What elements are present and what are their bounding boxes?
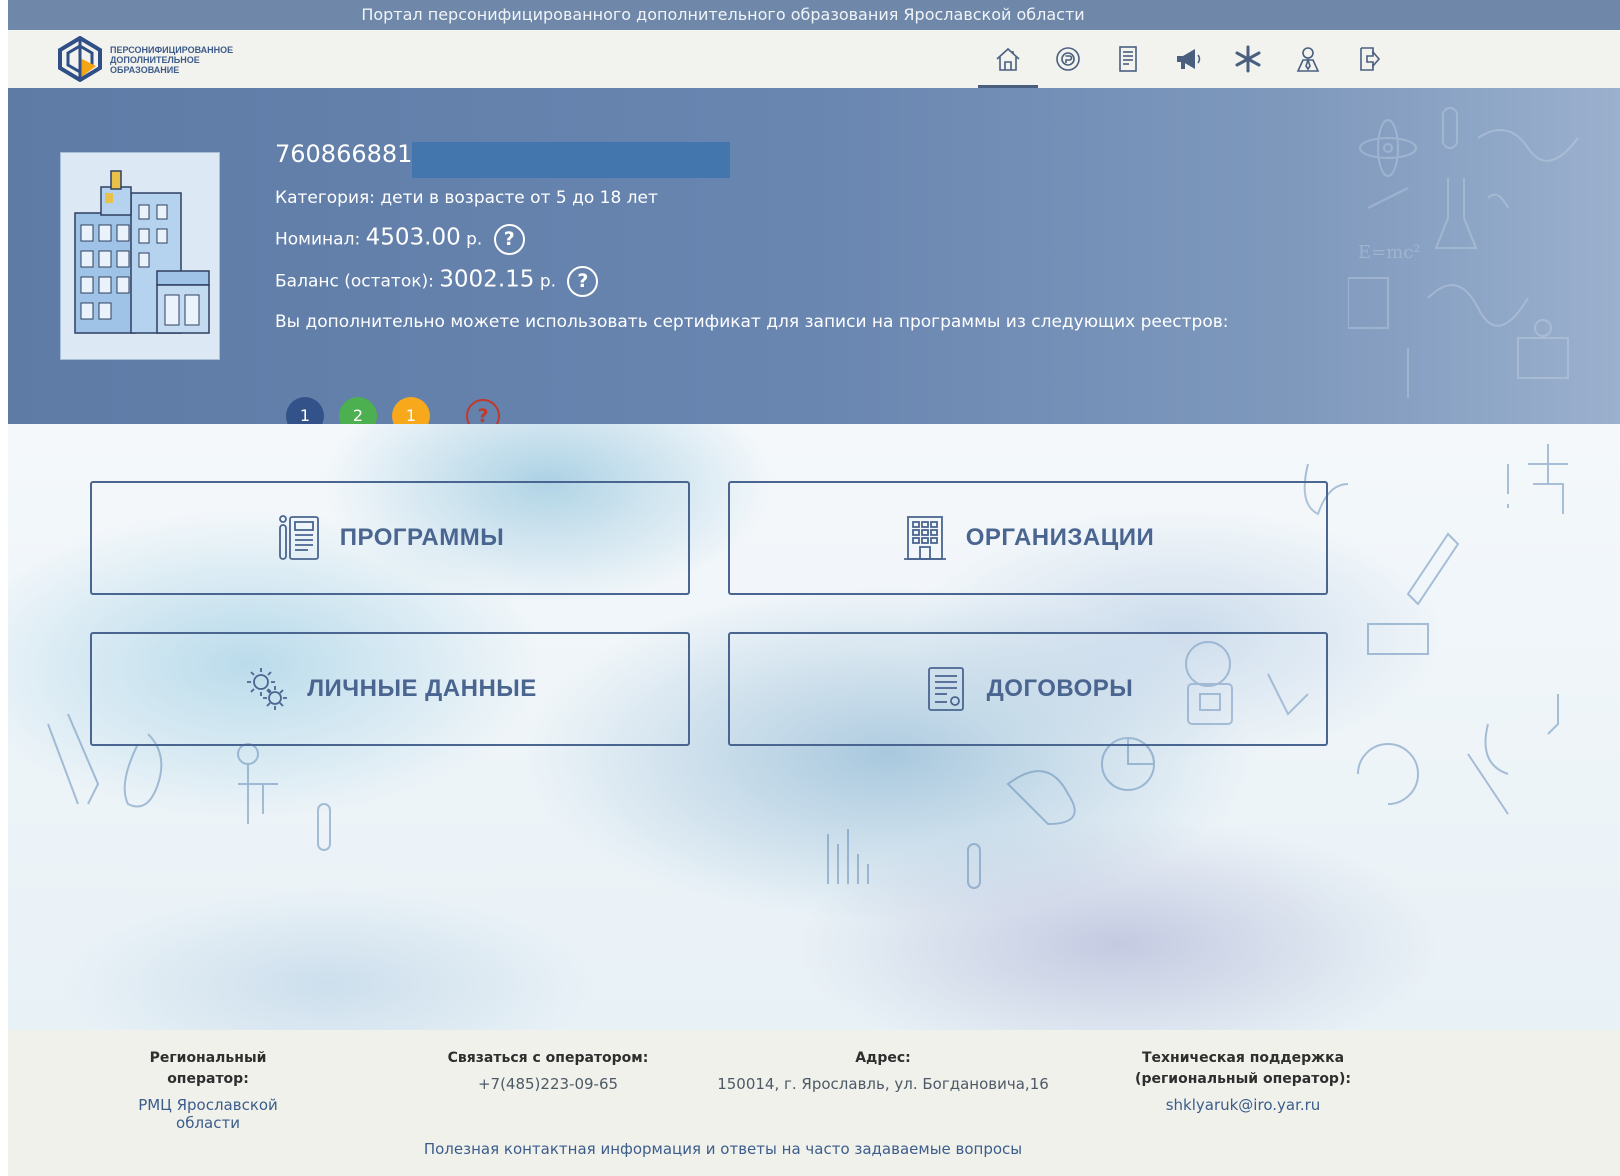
- portal-title: Портал персонифицированного дополнительн…: [361, 5, 1085, 24]
- balance-line: Баланс (остаток): 3002.15 р. ?: [275, 266, 599, 297]
- redacted-holder-name: [412, 142, 730, 178]
- organizations-label: ОРГАНИЗАЦИИ: [965, 524, 1155, 551]
- certificate-number: 7608668814: [275, 140, 428, 168]
- contact-phone: +7(485)223-09-65: [477, 1075, 619, 1093]
- nav-highlights[interactable]: [1218, 36, 1278, 82]
- building-icon: [903, 516, 946, 560]
- contact-title: Связаться с оператором:: [447, 1050, 649, 1066]
- register-badge-1[interactable]: 1: [286, 397, 324, 424]
- nominal-help-icon[interactable]: ?: [493, 224, 525, 255]
- category-label: Категория:: [275, 188, 375, 208]
- faq-link[interactable]: Полезная контактная информация и ответы …: [8, 1140, 1438, 1158]
- nav-logout[interactable]: [1338, 36, 1398, 82]
- document-list-icon: [1119, 46, 1137, 72]
- address-title: Адрес:: [855, 1050, 911, 1066]
- registers-text: Вы дополнительно можете использовать сер…: [275, 312, 1229, 332]
- organization-avatar: [60, 152, 220, 360]
- registers-help-icon[interactable]: ?: [466, 399, 500, 424]
- coin-icon: [1056, 47, 1080, 71]
- nav-documents[interactable]: [1098, 36, 1158, 82]
- footer-address: Адрес: 150014, г. Ярославль, ул. Богдано…: [713, 1048, 1053, 1093]
- footer-support: Техническая поддержка (региональный опер…: [1118, 1048, 1368, 1114]
- main-menu-area: ПРОГРАММЫ ОРГАНИЗАЦИИ ЛИЧНЫЕ ДАННЫЕ ДОГО…: [8, 424, 1620, 1030]
- portal-banner: Портал персонифицированного дополнительн…: [8, 0, 1620, 30]
- programs-icon: [278, 515, 319, 560]
- nav-announcements[interactable]: [1158, 36, 1218, 82]
- nav-home[interactable]: [978, 36, 1038, 88]
- support-title-line1: Техническая поддержка: [1141, 1050, 1345, 1066]
- user-icon: [1296, 47, 1320, 72]
- operator-title: Региональный оператор:: [149, 1050, 267, 1087]
- support-email-link[interactable]: shklyaruk@iro.yar.ru: [1118, 1096, 1368, 1114]
- support-title-line2: (региональный оператор):: [1135, 1071, 1351, 1087]
- contracts-label: ДОГОВОРЫ: [986, 675, 1134, 702]
- programs-label: ПРОГРАММЫ: [339, 524, 505, 551]
- programs-button[interactable]: ПРОГРАММЫ: [90, 481, 690, 595]
- gears-icon: [247, 668, 288, 710]
- balance-value: 3002.15: [439, 266, 535, 293]
- certificate-panel: E=mc² 7608668814 Категория: дети в возра…: [8, 88, 1620, 424]
- svg-text:E=mc²: E=mc²: [1358, 242, 1421, 263]
- logo-text-line3: ОБРАЗОВАНИЕ: [110, 65, 180, 75]
- nominal-label: Номинал:: [275, 229, 361, 250]
- balance-label: Баланс (остаток):: [275, 271, 434, 292]
- category-value: дети в возрасте от 5 до 18 лет: [380, 188, 658, 208]
- category-line: Категория: дети в возрасте от 5 до 18 ле…: [275, 188, 658, 208]
- personal-data-label: ЛИЧНЫЕ ДАННЫЕ: [307, 675, 537, 702]
- star-burst-icon: [1235, 45, 1261, 73]
- nav-coin[interactable]: [1038, 36, 1098, 82]
- building-illustration-icon: [74, 170, 210, 334]
- nominal-line: Номинал: 4503.00 р. ?: [275, 224, 525, 255]
- logout-icon: [1360, 47, 1381, 71]
- operator-link[interactable]: РМЦ Ярославской области: [108, 1096, 308, 1132]
- register-badge-3[interactable]: 1: [392, 397, 430, 424]
- contracts-button[interactable]: ДОГОВОРЫ: [728, 632, 1328, 746]
- balance-currency: р.: [539, 271, 557, 292]
- nominal-currency: р.: [466, 229, 483, 250]
- megaphone-icon: [1177, 49, 1201, 69]
- balance-help-icon[interactable]: ?: [567, 266, 599, 297]
- organizations-button[interactable]: ОРГАНИЗАЦИИ: [728, 481, 1328, 595]
- personal-data-button[interactable]: ЛИЧНЫЕ ДАННЫЕ: [90, 632, 690, 746]
- logo-text-line1: ПЕРСОНИФИЦИРОВАННОЕ: [110, 45, 234, 55]
- footer-operator: Региональный оператор: РМЦ Ярославской о…: [108, 1048, 308, 1132]
- top-nav-bar: ПЕРСОНИФИЦИРОВАННОЕ ДОПОЛНИТЕЛЬНОЕ ОБРАЗ…: [8, 30, 1620, 88]
- home-icon: [996, 47, 1020, 71]
- footer-contact: Связаться с оператором: +7(485)223-09-65: [438, 1048, 658, 1093]
- page: Портал персонифицированного дополнительн…: [8, 0, 1620, 1176]
- address-value: 150014, г. Ярославль, ул. Богдановича,16: [717, 1075, 1049, 1093]
- nominal-value: 4503.00: [365, 224, 461, 251]
- contract-document-icon: [927, 667, 964, 711]
- logo-text-line2: ДОПОЛНИТЕЛЬНОЕ: [110, 55, 200, 65]
- logo[interactable]: ПЕРСОНИФИЦИРОВАННОЕ ДОПОЛНИТЕЛЬНОЕ ОБРАЗ…: [56, 36, 266, 82]
- nav-profile[interactable]: [1278, 36, 1338, 82]
- register-badge-2[interactable]: 2: [339, 397, 377, 424]
- footer: Региональный оператор: РМЦ Ярославской о…: [8, 1030, 1620, 1176]
- logo-mark-icon: [58, 36, 102, 82]
- decorative-doodles-icon: E=mc²: [1348, 107, 1579, 398]
